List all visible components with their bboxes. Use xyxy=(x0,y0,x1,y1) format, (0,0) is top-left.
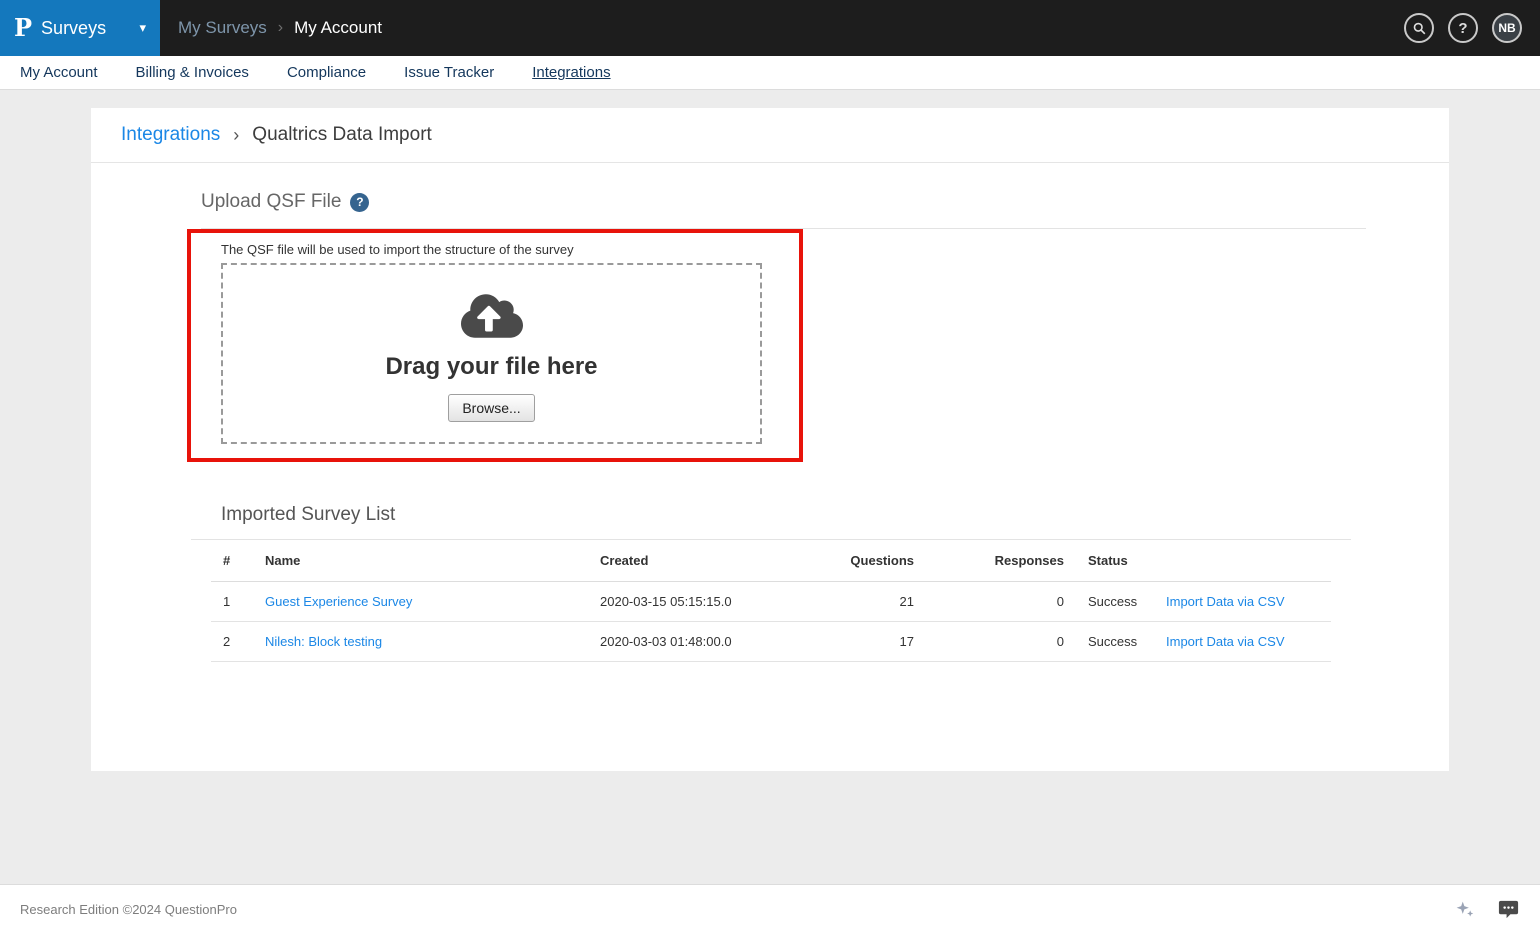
chevron-down-icon: ▾ xyxy=(139,20,146,36)
annotation-highlight: The QSF file will be used to import the … xyxy=(187,229,803,462)
main-content: Integrations › Qualtrics Data Import Upl… xyxy=(0,90,1540,884)
page-breadcrumb: Integrations › Qualtrics Data Import xyxy=(91,108,1449,163)
import-csv-link[interactable]: Import Data via CSV xyxy=(1166,594,1285,609)
footer-edition-text: Research Edition ©2024 QuestionPro xyxy=(20,902,237,917)
table-header-row: # Name Created Questions Responses Statu… xyxy=(211,540,1331,582)
ai-sparkle-button[interactable] xyxy=(1454,899,1475,920)
help-button[interactable]: ? xyxy=(1448,13,1478,43)
topbar-actions: ? NB xyxy=(1404,13,1522,43)
column-header-responses: Responses xyxy=(926,540,1076,582)
app-label: Surveys xyxy=(41,18,106,39)
tab-compliance[interactable]: Compliance xyxy=(287,64,366,81)
cell-created: 2020-03-03 01:48:00.0 xyxy=(588,622,838,662)
topbar: P Surveys ▾ My Surveys › My Account ? NB xyxy=(0,0,1540,56)
tab-integrations[interactable]: Integrations xyxy=(532,64,610,81)
integrations-card: Integrations › Qualtrics Data Import Upl… xyxy=(91,108,1449,771)
column-header-name: Name xyxy=(253,540,588,582)
cell-responses: 0 xyxy=(926,622,1076,662)
imported-survey-list-title: Imported Survey List xyxy=(221,504,1449,526)
table-row: 2 Nilesh: Block testing 2020-03-03 01:48… xyxy=(211,622,1331,662)
table-row: 1 Guest Experience Survey 2020-03-15 05:… xyxy=(211,582,1331,622)
column-header-questions: Questions xyxy=(838,540,926,582)
footer-icons xyxy=(1454,898,1520,921)
breadcrumb-my-surveys-link[interactable]: My Surveys xyxy=(178,18,267,38)
tab-my-account[interactable]: My Account xyxy=(20,64,98,81)
questionpro-logo-icon: P xyxy=(14,16,32,40)
cloud-upload-icon xyxy=(461,291,523,341)
breadcrumb-current: My Account xyxy=(294,18,382,38)
upload-section-title: Upload QSF File xyxy=(201,191,341,213)
column-header-created: Created xyxy=(588,540,838,582)
survey-name-link[interactable]: Nilesh: Block testing xyxy=(265,634,382,649)
page-title: Qualtrics Data Import xyxy=(252,124,432,146)
sparkle-icon xyxy=(1454,899,1475,920)
breadcrumb-separator-icon: › xyxy=(278,19,283,37)
avatar[interactable]: NB xyxy=(1492,13,1522,43)
breadcrumb-chevron-icon: › xyxy=(233,125,239,146)
dropzone-label: Drag your file here xyxy=(385,353,597,381)
account-tabbar: My Account Billing & Invoices Compliance… xyxy=(0,56,1540,90)
imported-survey-list-section: Imported Survey List # Name Created Ques… xyxy=(91,504,1449,662)
cell-questions: 17 xyxy=(838,622,926,662)
tab-billing-invoices[interactable]: Billing & Invoices xyxy=(136,64,249,81)
cell-created: 2020-03-15 05:15:15.0 xyxy=(588,582,838,622)
imported-survey-table: # Name Created Questions Responses Statu… xyxy=(211,540,1331,662)
cell-index: 2 xyxy=(211,622,253,662)
search-icon xyxy=(1412,21,1427,36)
question-mark-icon: ? xyxy=(1458,20,1467,37)
search-button[interactable] xyxy=(1404,13,1434,43)
cell-responses: 0 xyxy=(926,582,1076,622)
cell-status: Success xyxy=(1076,582,1154,622)
column-header-index: # xyxy=(211,540,253,582)
feedback-chat-button[interactable] xyxy=(1497,898,1520,921)
topbar-breadcrumb: My Surveys › My Account xyxy=(178,18,382,38)
tab-issue-tracker[interactable]: Issue Tracker xyxy=(404,64,494,81)
browse-button[interactable]: Browse... xyxy=(448,394,534,422)
cell-status: Success xyxy=(1076,622,1154,662)
upload-help-icon[interactable]: ? xyxy=(350,193,369,212)
upload-qsf-section: Upload QSF File ? The QSF file will be u… xyxy=(91,163,1449,462)
survey-name-link[interactable]: Guest Experience Survey xyxy=(265,594,412,609)
column-header-status: Status xyxy=(1076,540,1154,582)
surveys-app-button[interactable]: P Surveys ▾ xyxy=(0,0,160,56)
breadcrumb-integrations-link[interactable]: Integrations xyxy=(121,124,220,146)
cell-index: 1 xyxy=(211,582,253,622)
footer: Research Edition ©2024 QuestionPro xyxy=(0,884,1540,934)
import-csv-link[interactable]: Import Data via CSV xyxy=(1166,634,1285,649)
column-header-action xyxy=(1154,540,1331,582)
chat-bubble-icon xyxy=(1497,898,1520,921)
file-dropzone[interactable]: Drag your file here Browse... xyxy=(221,263,762,444)
upload-hint-text: The QSF file will be used to import the … xyxy=(221,242,799,257)
cell-questions: 21 xyxy=(838,582,926,622)
